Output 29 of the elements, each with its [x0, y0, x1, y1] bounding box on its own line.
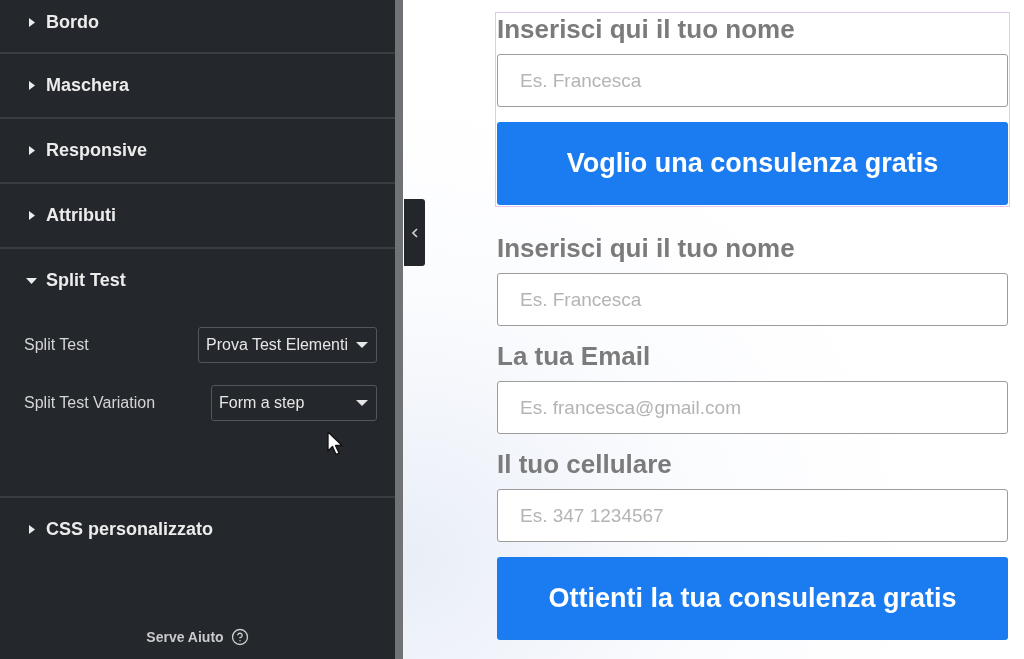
help-icon: [230, 628, 249, 646]
form-label: La tua Email: [497, 341, 651, 371]
form-label: Il tuo cellulare: [497, 449, 672, 479]
form-widget[interactable]: Inserisci qui il tuo nome Es. Francesca Voglio una consulenza gratis: [495, 12, 1010, 207]
caret-down-icon: [356, 400, 368, 406]
chevron-left-icon: [411, 227, 418, 238]
section-header[interactable]: CSS personalizzato: [0, 498, 395, 561]
submit-button[interactable]: Voglio una consulenza gratis: [497, 122, 1008, 205]
section-header[interactable]: Attributi: [0, 184, 395, 247]
dropdown-select[interactable]: Prova Test Elementi: [198, 327, 377, 363]
form-label: Inserisci qui il tuo nome: [497, 14, 795, 44]
field-label: Split Test: [24, 336, 89, 354]
mouse-pointer-icon: [327, 431, 344, 456]
dropdown-select[interactable]: Form a step: [211, 385, 377, 421]
input-field[interactable]: Es. 347 1234567: [497, 489, 1008, 542]
field-label: Split Test Variation: [24, 394, 156, 412]
input-field[interactable]: Es. Francesca: [497, 54, 1008, 107]
input-field[interactable]: Es. Francesca: [497, 273, 1008, 326]
input-field[interactable]: Es. francesca@gmail.com: [497, 381, 1008, 434]
form-label: Inserisci qui il tuo nome: [497, 233, 795, 263]
section-header[interactable]: Responsive: [0, 119, 395, 182]
section-header[interactable]: Split Test: [0, 249, 395, 312]
collapse-panel-button[interactable]: [404, 199, 425, 266]
caret-down-icon: [356, 342, 368, 348]
help-link[interactable]: Serve Aiuto: [146, 628, 249, 646]
submit-button[interactable]: Ottienti la tua consulenza gratis: [497, 557, 1008, 640]
section-header[interactable]: Maschera: [0, 54, 395, 117]
form-widget[interactable]: Inserisci qui il tuo nome Es. Francesca La tua Email Es. francesca@gmail.com Il tuo cellulare Es. 347 1234567 Ottienti la tua consulenza gratis: [495, 231, 1010, 642]
section-header[interactable]: Bordo: [0, 0, 395, 52]
